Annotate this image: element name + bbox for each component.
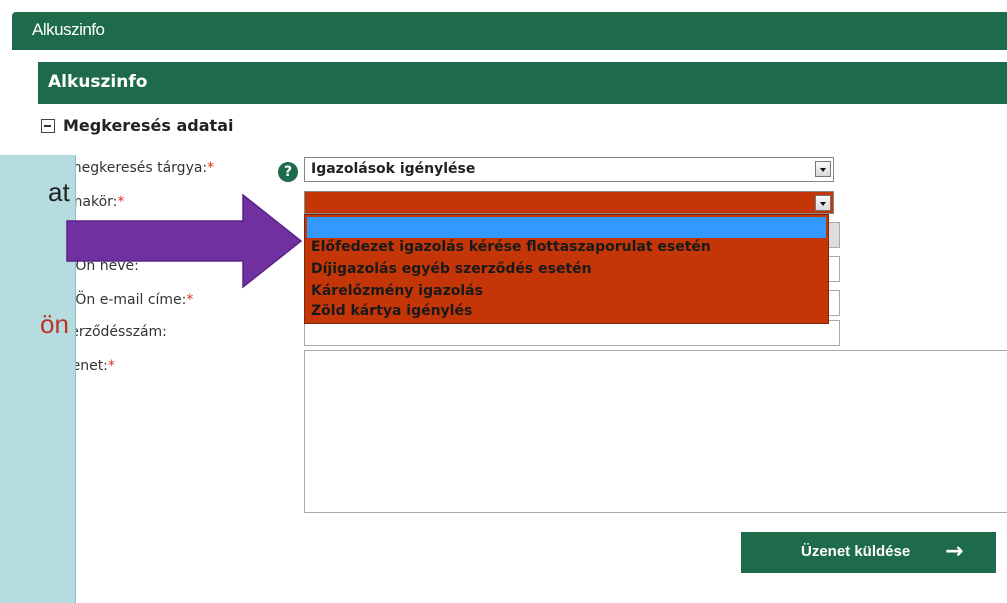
dropdown-option[interactable]: Kárelőzmény igazolás <box>311 283 483 299</box>
send-button-label: Üzenet küldése <box>801 543 911 560</box>
dropdown-option[interactable]: Zöld kártya igénylés <box>311 303 472 319</box>
dropdown-option-blank[interactable] <box>307 217 826 238</box>
dropdown-option[interactable]: Előfedezet igazolás kérése flottaszaporu… <box>311 239 711 255</box>
subject-selected-value: Igazolások igénylése <box>311 161 476 177</box>
send-message-button[interactable]: Üzenet küldése → <box>741 532 996 573</box>
subject-label: A megkeresés tárgya:* <box>54 160 215 176</box>
window-title-bar: Alkuszinfo <box>12 12 1007 50</box>
panel-header: Alkuszinfo <box>38 62 1007 104</box>
panel-title: Alkuszinfo <box>48 72 148 92</box>
dropdown-option[interactable]: Díjigazolás egyéb szerződés esetén <box>311 261 592 277</box>
arrow-right-icon: → <box>945 539 964 564</box>
pointer-arrow-icon <box>66 193 303 289</box>
chevron-down-icon[interactable] <box>815 161 831 177</box>
collapse-section-icon[interactable] <box>41 119 55 133</box>
topic-select[interactable] <box>304 191 834 214</box>
message-textarea[interactable] <box>304 350 1007 513</box>
overlay-text: ön <box>40 309 69 339</box>
chevron-down-icon[interactable] <box>815 195 831 211</box>
subject-select[interactable]: Igazolások igénylése <box>304 157 834 182</box>
section-title: Megkeresés adatai <box>63 116 234 135</box>
window-title: Alkuszinfo <box>32 20 105 39</box>
scrollbar[interactable] <box>828 222 840 248</box>
help-icon[interactable]: ? <box>278 162 298 182</box>
topic-dropdown-list: Előfedezet igazolás kérése flottaszaporu… <box>304 214 829 324</box>
